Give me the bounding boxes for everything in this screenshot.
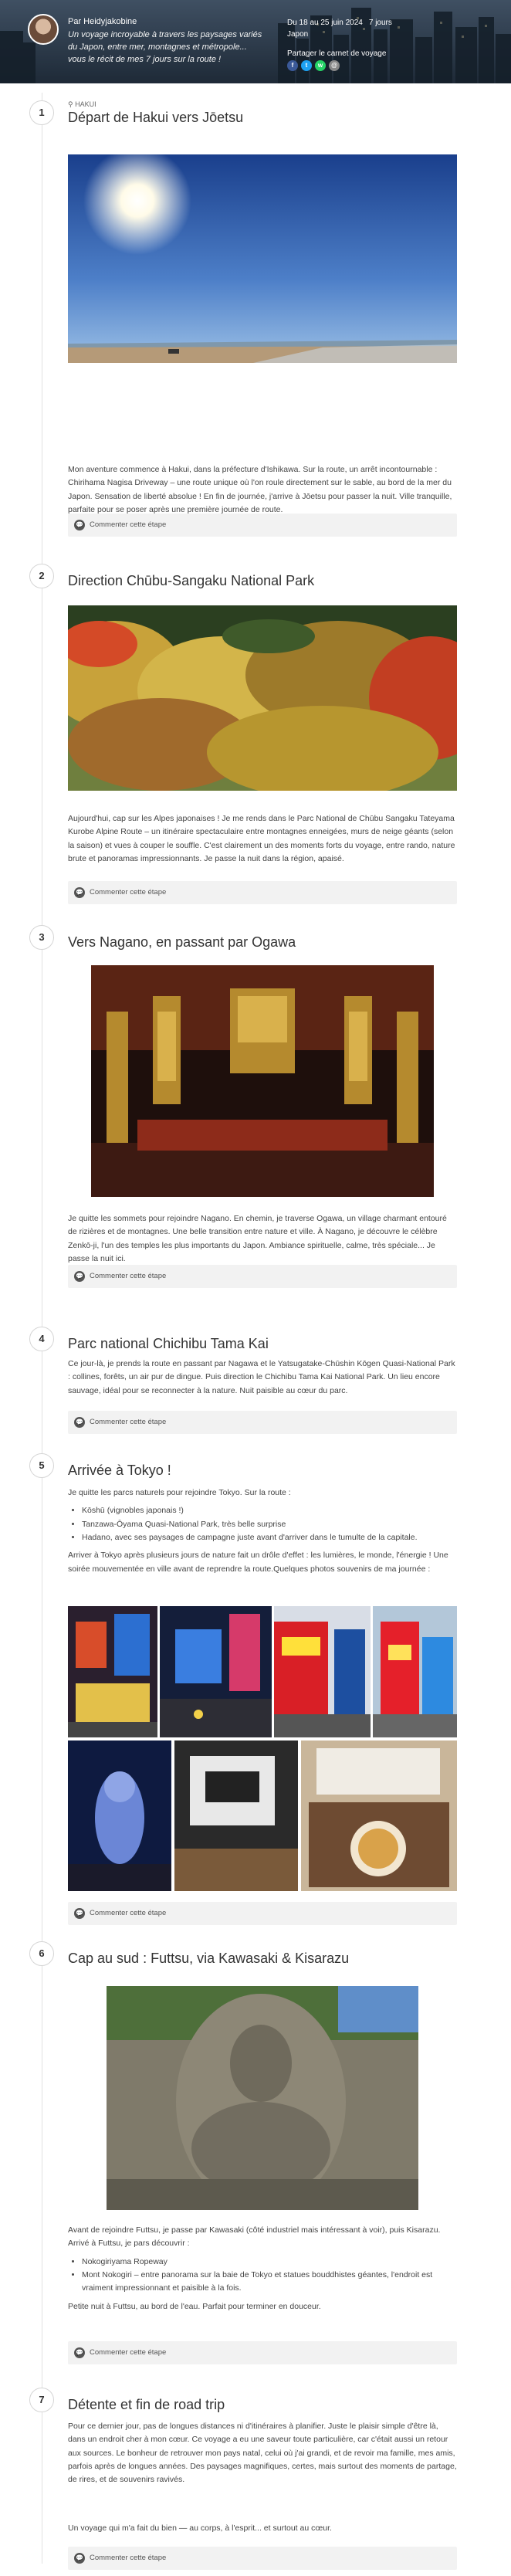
step-text: Avant de rejoindre Futtsu, je passe par … [68, 2224, 457, 2313]
comment-icon: 💬 [74, 1271, 85, 1282]
comment-icon: 💬 [74, 520, 85, 530]
comment-icon: 💬 [74, 1908, 85, 1919]
temple-interior-photo[interactable] [91, 965, 434, 1197]
tokyo-photo-1[interactable] [68, 1606, 157, 1737]
tokyo-photo-2[interactable] [160, 1606, 272, 1737]
trip-dates: Du 18 au 25 juin 2024 [287, 19, 363, 27]
trip-duration: 7 jours [368, 19, 392, 27]
facebook-icon[interactable]: f [287, 60, 298, 71]
comment-icon: 💬 [74, 1417, 85, 1428]
tokyo-photo-7[interactable] [301, 1740, 457, 1891]
step-text: Mon aventure commence à Hakui, dans la p… [68, 465, 452, 514]
list-item: Hadano, avec ses paysages de campagne ju… [82, 1531, 457, 1544]
list-item: Kōshū (vignobles japonais !) [82, 1504, 457, 1517]
comment-step-button[interactable]: 💬 Commenter cette étape [68, 1902, 457, 1925]
tokyo-photo-6[interactable] [174, 1740, 298, 1891]
tokyo-photo-4[interactable] [373, 1606, 457, 1737]
step-number: 3 [29, 925, 54, 950]
step-text: Ce jour-là, je prends la route en passan… [68, 1359, 455, 1395]
step-closing-text: Un voyage qui m'a fait du bien — au corp… [68, 2523, 332, 2533]
step-title[interactable]: Parc national Chichibu Tama Kai [68, 1333, 269, 1355]
comment-step-button[interactable]: 💬 Commenter cette étape [68, 1265, 457, 1288]
step-title[interactable]: Cap au sud : Futtsu, via Kawasaki & Kisa… [68, 1947, 349, 1970]
trip-description: Un voyage incroyable à travers les paysa… [68, 30, 262, 64]
author-name[interactable]: Par Heidyjakobine [68, 15, 137, 29]
trip-header: Par Heidyjakobine Un voyage incroyable à… [0, 0, 511, 83]
comment-step-button[interactable]: 💬 Commenter cette étape [68, 2341, 457, 2364]
stop-list: Nokogiriyama Ropeway Mont Nokogiri – ent… [82, 2256, 457, 2296]
comment-icon: 💬 [74, 887, 85, 898]
comment-step-button[interactable]: 💬 Commenter cette étape [68, 1411, 457, 1434]
comment-step-button[interactable]: 💬 Commenter cette étape [68, 514, 457, 537]
beach-sun-photo[interactable] [68, 154, 457, 363]
step-number: 7 [29, 2388, 54, 2412]
step-text: Pour ce dernier jour, pas de longues dis… [68, 2422, 457, 2485]
comment-step-button[interactable]: 💬 Commenter cette étape [68, 2547, 457, 2570]
email-icon[interactable]: @ [329, 60, 340, 71]
comment-step-button[interactable]: 💬 Commenter cette étape [68, 881, 457, 904]
step-number: 4 [29, 1327, 54, 1351]
comment-icon: 💬 [74, 2347, 85, 2358]
autumn-mountain-photo[interactable] [68, 605, 457, 791]
share-label: Partager le carnet de voyage [287, 49, 387, 58]
list-item: Nokogiriyama Ropeway [82, 2256, 457, 2269]
stop-list: Kōshū (vignobles japonais !) Tanzawa-Ōya… [82, 1504, 457, 1544]
share-icons: f t w @ [287, 60, 340, 71]
step-text: Je quitte les parcs naturels pour rejoin… [68, 1486, 457, 1576]
step-title[interactable]: Arrivée à Tokyo ! [68, 1459, 171, 1482]
list-item: Mont Nokogiri – entre panorama sur la ba… [82, 2269, 457, 2296]
author-avatar[interactable] [28, 14, 59, 45]
comment-icon: 💬 [74, 2553, 85, 2564]
step-number: 2 [29, 564, 54, 588]
step-number: 6 [29, 1941, 54, 1966]
buddha-statue-photo[interactable] [107, 1986, 418, 2210]
trip-meta: Du 18 au 25 juin 2024 7 jours Japon [287, 17, 392, 40]
step-title[interactable]: Direction Chūbu-Sangaku National Park [68, 570, 314, 592]
step-text: Je quitte les sommets pour rejoindre Nag… [68, 1214, 447, 1263]
step-number: 1 [29, 100, 54, 125]
twitter-icon[interactable]: t [301, 60, 312, 71]
whatsapp-icon[interactable]: w [315, 60, 326, 71]
list-item: Tanzawa-Ōyama Quasi-National Park, très … [82, 1518, 457, 1531]
trip-country[interactable]: Japon [287, 29, 392, 40]
step-text: Aujourd'hui, cap sur les Alpes japonaise… [68, 814, 455, 863]
step-title[interactable]: Vers Nagano, en passant par Ogawa [68, 931, 296, 954]
tokyo-photo-5[interactable] [68, 1740, 171, 1891]
step-title[interactable]: Détente et fin de road trip [68, 2394, 225, 2416]
tokyo-photo-3[interactable] [274, 1606, 371, 1737]
step-number: 5 [29, 1453, 54, 1478]
step-title[interactable]: Départ de Hakui vers Jōetsu [68, 107, 243, 129]
